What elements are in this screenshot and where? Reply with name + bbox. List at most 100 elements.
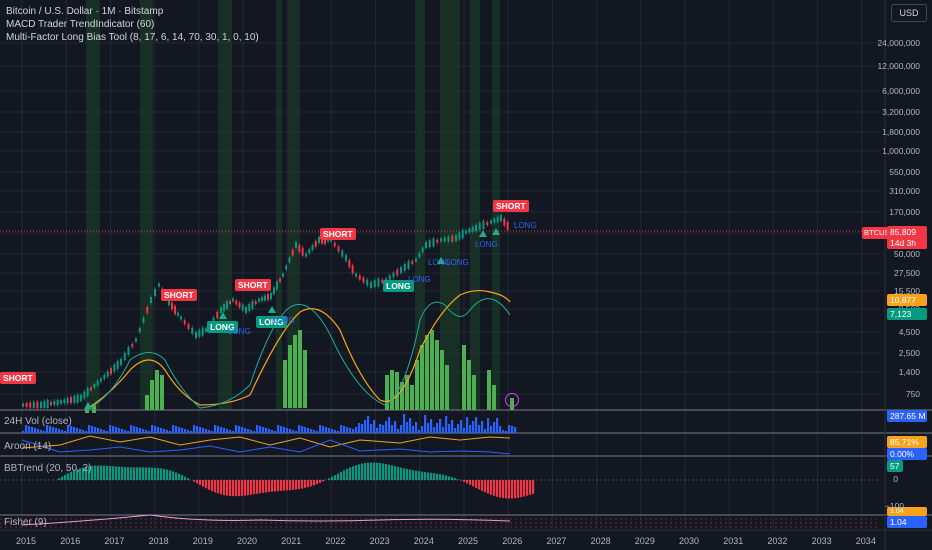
volume-bar: [277, 425, 280, 433]
volume-bar: [37, 429, 40, 433]
price-axis-tick: 4,500: [898, 327, 920, 337]
bbtrend-bar: [295, 480, 298, 490]
bbtrend-bar: [397, 466, 400, 480]
volume-bar: [34, 428, 37, 433]
symbol-title: Bitcoin / U.S. Dollar · 1M · Bitstamp: [6, 6, 164, 17]
volume-pane-label[interactable]: 24H Vol (close): [4, 416, 72, 427]
aroon-pane-label[interactable]: Aroon (14): [4, 441, 51, 452]
bbtrend-bar: [277, 480, 280, 492]
volume-bar: [346, 427, 349, 433]
macd-histogram-bar: [435, 340, 439, 410]
macd-histogram-bar: [430, 330, 434, 410]
candle-body: [370, 282, 372, 288]
volume-bar: [313, 430, 316, 433]
candle-body: [471, 226, 474, 232]
volume-bar: [454, 428, 457, 433]
volume-bar: [448, 424, 451, 433]
macd-histogram-bar: [298, 330, 302, 408]
macd-histogram-bar: [487, 370, 491, 410]
bbtrend-bar: [106, 465, 109, 480]
volume-bar: [235, 425, 238, 433]
bbtrend-bar: [286, 480, 289, 491]
bbtrend-bar: [454, 478, 457, 480]
volume-bar: [97, 428, 100, 433]
candle-body: [468, 228, 471, 233]
volume-bar: [259, 426, 262, 433]
volume-bar: [130, 425, 133, 433]
volume-bar: [319, 425, 322, 433]
candle-body: [482, 221, 485, 229]
bbtrend-bar: [94, 465, 97, 480]
time-axis-tick: 2025: [458, 536, 479, 546]
indicator-macd-legend[interactable]: MACD Trader TrendIndicator (60): [6, 19, 154, 31]
candle-body: [475, 225, 477, 231]
bbtrend-bar: [403, 468, 406, 480]
indicator-longbias-legend[interactable]: Multi-Factor Long Bias Tool (8, 17, 6, 1…: [6, 32, 259, 44]
volume-bar: [139, 428, 142, 433]
alert-icon[interactable]: [505, 393, 519, 407]
bbtrend-bar: [169, 470, 172, 480]
volume-bar: [229, 430, 232, 433]
macd-histogram-bar: [155, 370, 159, 410]
candle-body: [22, 403, 24, 407]
volume-bar: [457, 424, 460, 433]
volume-bar: [499, 426, 502, 433]
bbtrend-bar: [220, 480, 223, 495]
bbtrend-bar: [280, 480, 283, 491]
volume-bar: [52, 427, 55, 433]
candle-body: [478, 223, 481, 230]
candle-body: [146, 307, 149, 313]
price-axis-tick: 1,400: [898, 367, 920, 377]
time-axis-tick: 2022: [325, 536, 346, 546]
candle-body: [29, 402, 32, 408]
candle-body: [465, 230, 467, 234]
candle-body: [120, 359, 122, 365]
candle-body: [291, 249, 294, 256]
candle-body: [436, 239, 439, 243]
candle-body: [43, 401, 46, 408]
candle-body: [135, 338, 137, 342]
candle-body: [100, 378, 102, 382]
candle-body: [447, 236, 450, 242]
bbtrend-bar: [253, 480, 256, 495]
candle-body: [351, 265, 354, 274]
bbtrend-bar: [481, 480, 484, 491]
candle-body: [493, 218, 496, 223]
volume-bar: [49, 426, 52, 433]
chart-canvas[interactable]: [0, 0, 932, 550]
volume-bar: [367, 416, 370, 433]
candle-body: [348, 260, 351, 268]
candle-body: [248, 304, 251, 311]
volume-bar: [298, 425, 301, 433]
candle-body: [96, 380, 99, 386]
bbtrend-bar: [64, 474, 67, 480]
volume-bar: [337, 431, 340, 433]
currency-button[interactable]: USD: [891, 4, 927, 22]
time-axis-tick: 2030: [679, 536, 700, 546]
candle-body: [506, 222, 509, 230]
bbtrend-bar: [355, 465, 358, 480]
bbtrend-bar: [100, 465, 103, 480]
volume-bar: [22, 431, 25, 433]
candle-body: [131, 344, 134, 347]
bbtrend-bar: [376, 462, 379, 480]
bbtrend-bar: [154, 467, 157, 480]
bbtrend-bar: [337, 473, 340, 480]
signal-long-text: LONG: [446, 258, 469, 267]
volume-bar: [160, 428, 163, 433]
macd-histogram-bar: [472, 375, 476, 410]
volume-bar: [334, 430, 337, 433]
volume-bar: [127, 431, 130, 433]
candle-body: [461, 230, 464, 238]
candle-body: [337, 246, 340, 252]
volume-bar: [175, 426, 178, 433]
fisher-pane-label[interactable]: Fisher (9): [4, 517, 47, 528]
volume-bar: [121, 429, 124, 433]
candle-body: [311, 245, 314, 250]
bbtrend-pane-label[interactable]: BBTrend (20, 50, 2): [4, 463, 91, 474]
volume-bar: [64, 431, 67, 433]
bbtrend-bar: [520, 480, 523, 498]
bbtrend-tick-minus100: −100: [884, 501, 904, 511]
signal-short: SHORT: [493, 200, 529, 212]
volume-bar: [505, 431, 508, 433]
